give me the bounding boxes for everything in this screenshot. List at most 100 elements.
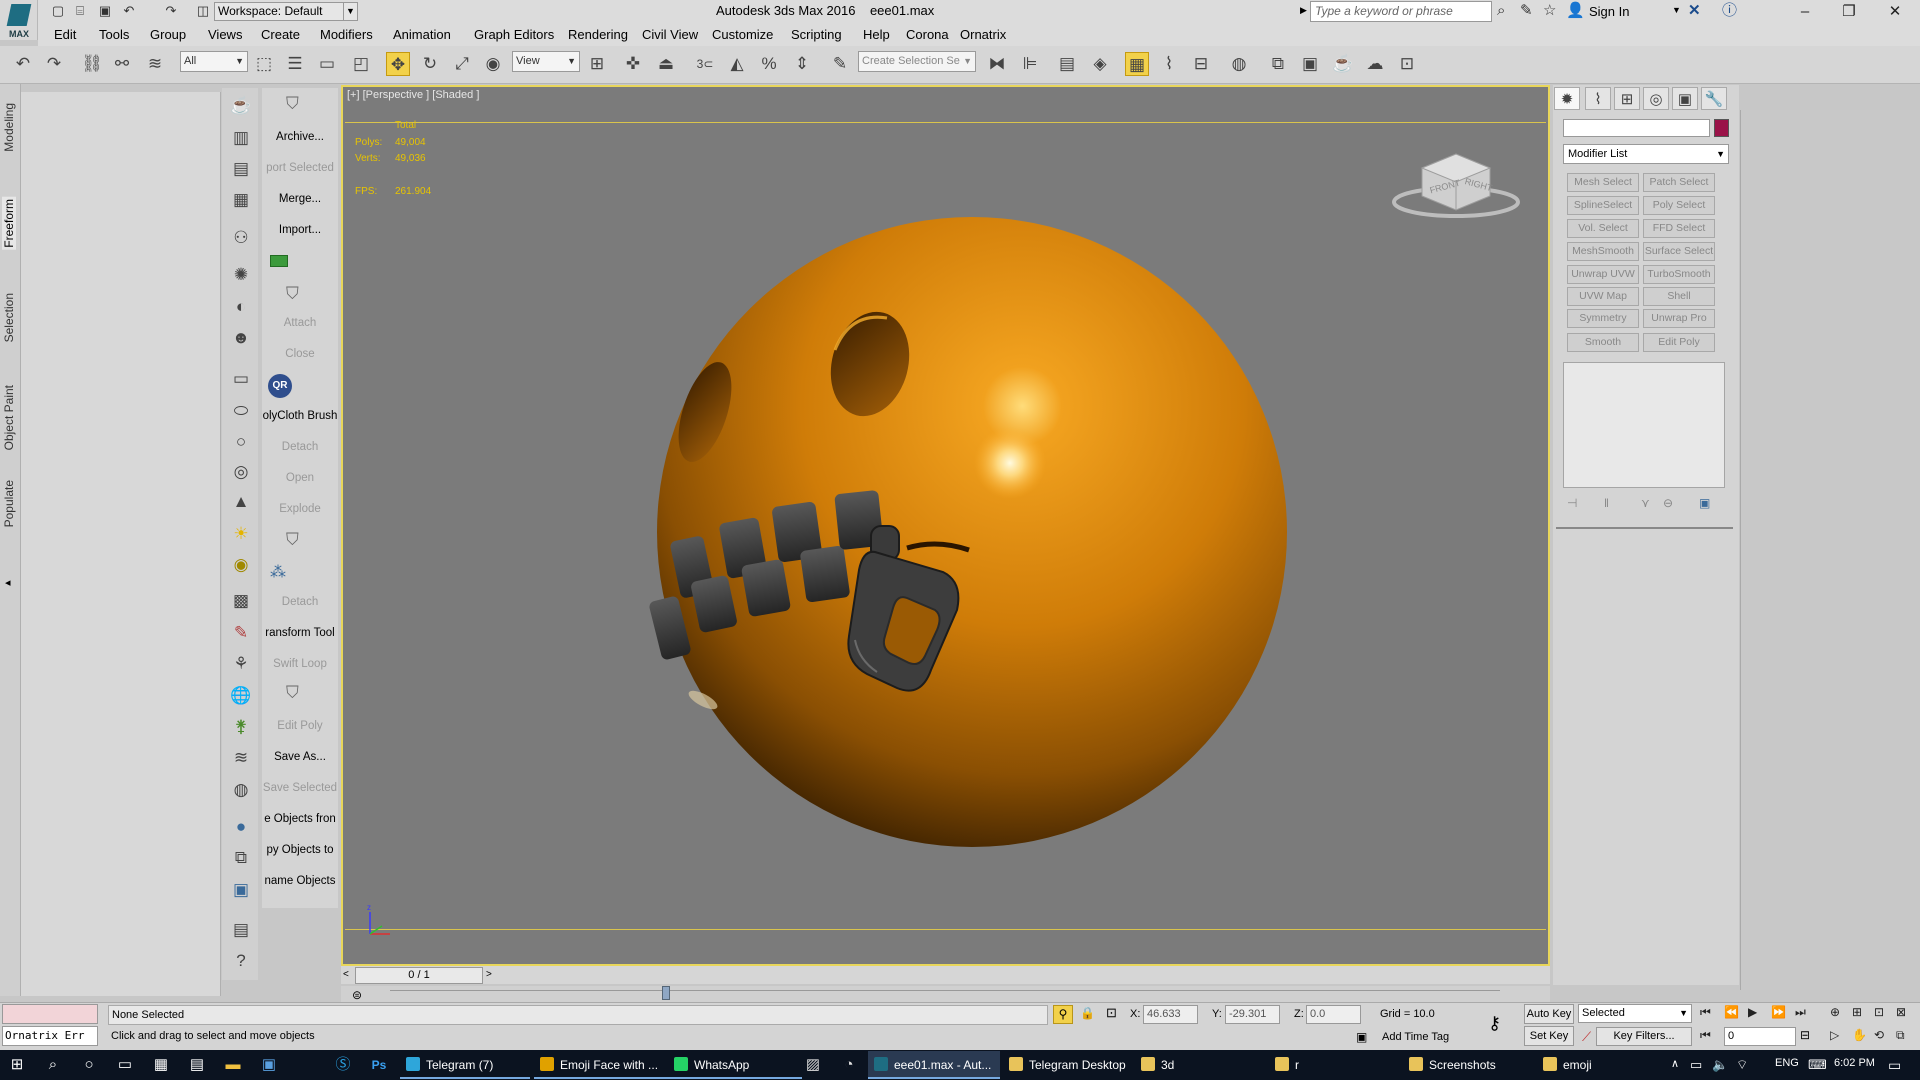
- desktop-icon[interactable]: ▣: [256, 1054, 282, 1076]
- omni-light-icon[interactable]: ◉: [228, 552, 254, 578]
- taskbar-app-folder-r[interactable]: r: [1269, 1051, 1403, 1079]
- import-icon[interactable]: ⚇: [228, 225, 254, 251]
- export-icon[interactable]: ▤: [228, 156, 254, 182]
- orbit-icon[interactable]: ⟲: [1874, 1028, 1884, 1042]
- spinner-snap-icon[interactable]: ⇕: [790, 52, 814, 76]
- cylinder-icon[interactable]: ⬭: [228, 398, 254, 424]
- viewport-label[interactable]: [+] [Perspective ] [Shaded ]: [347, 89, 479, 101]
- cloth-icon[interactable]: ◐: [228, 294, 254, 320]
- zoom-extents-icon[interactable]: ⊡: [1874, 1005, 1884, 1019]
- menu-customize[interactable]: Customize: [712, 27, 773, 42]
- volume-icon[interactable]: 🔈: [1712, 1057, 1728, 1073]
- menu-create[interactable]: Create: [261, 27, 300, 42]
- search-input[interactable]: Type a keyword or phrase: [1310, 1, 1492, 22]
- workspace-dropdown[interactable]: Workspace: Default: [214, 2, 345, 21]
- grid-object-icon[interactable]: ▩: [228, 588, 254, 614]
- select-object-icon[interactable]: ⬚: [252, 52, 276, 76]
- angle-snap-icon[interactable]: ◭: [725, 52, 749, 76]
- curve-editor-mini-icon[interactable]: ⊜: [352, 988, 362, 1002]
- character-icon[interactable]: ☻: [228, 325, 254, 351]
- material-ball-icon[interactable]: ◍: [228, 777, 254, 803]
- make-unique-icon[interactable]: ⋎: [1641, 496, 1650, 510]
- go-to-end-icon[interactable]: ⏭: [1795, 1005, 1806, 1020]
- open-button[interactable]: Open: [262, 472, 338, 484]
- language-indicator[interactable]: ENG: [1775, 1057, 1799, 1069]
- taskbar-app-whatsapp[interactable]: WhatsApp: [668, 1051, 802, 1079]
- zoom-icon[interactable]: ⊕: [1830, 1005, 1840, 1019]
- rendered-frame-window-icon[interactable]: ▣: [1298, 52, 1322, 76]
- next-frame-icon[interactable]: ⏩: [1771, 1005, 1786, 1019]
- environment-icon[interactable]: ●: [228, 814, 254, 840]
- wifi-icon[interactable]: ⌔: [1736, 1057, 1748, 1073]
- show-end-result-icon[interactable]: ‖: [1604, 496, 1609, 510]
- schematic-view-icon[interactable]: ⊟: [1189, 52, 1213, 76]
- tab-populate[interactable]: Populate: [2, 480, 16, 527]
- redo-icon[interactable]: ↷: [42, 52, 66, 76]
- tab-object-paint[interactable]: Object Paint: [2, 385, 16, 450]
- teapot-icon[interactable]: ☕: [228, 93, 254, 119]
- mirror-icon[interactable]: ⧓: [985, 52, 1009, 76]
- photoshop-icon[interactable]: Ps: [366, 1054, 392, 1076]
- save-as-button[interactable]: Save As...: [262, 751, 338, 763]
- action-center-icon[interactable]: ▭: [1888, 1057, 1901, 1074]
- grass-icon[interactable]: ⚵: [228, 714, 254, 740]
- workspace-arrow-icon[interactable]: ▼: [343, 2, 358, 21]
- swift-loop-button[interactable]: Swift Loop: [262, 658, 338, 670]
- current-frame-field[interactable]: 0: [1724, 1027, 1796, 1046]
- globe-icon[interactable]: 🌐: [228, 683, 254, 709]
- sphere-icon[interactable]: ○: [228, 429, 254, 455]
- archive-icon[interactable]: ▥: [228, 125, 254, 151]
- menu-rendering[interactable]: Rendering: [568, 27, 628, 42]
- settings-icon[interactable]: ▤: [228, 917, 254, 943]
- taskbar-app-telegram-desktop[interactable]: Telegram Desktop: [1003, 1051, 1135, 1079]
- creature-icon[interactable]: ✺: [228, 262, 254, 288]
- explode-button[interactable]: Explode: [262, 503, 338, 515]
- maximize-viewport-icon[interactable]: ⧉: [1896, 1028, 1905, 1043]
- close-shape-button[interactable]: Close: [262, 348, 338, 360]
- track-bar-key-marker[interactable]: [662, 986, 670, 1000]
- rectangular-selection-icon[interactable]: ▭: [315, 52, 339, 76]
- link-icon[interactable]: ⛓: [80, 52, 104, 76]
- save-selected-button[interactable]: Save Selected: [262, 782, 338, 794]
- layer-explorer-icon[interactable]: ▤: [1055, 52, 1079, 76]
- symmetry-button[interactable]: Symmetry: [1567, 309, 1639, 328]
- add-time-tag-button[interactable]: Add Time Tag: [1382, 1031, 1449, 1043]
- select-and-rotate-icon[interactable]: ↻: [418, 52, 442, 76]
- maxscript-listener-field[interactable]: [2, 1004, 98, 1024]
- menu-civil-view[interactable]: Civil View: [642, 27, 698, 42]
- app-logo-button[interactable]: MAX: [0, 0, 38, 40]
- restore-button[interactable]: ❐: [1826, 0, 1872, 24]
- auto-key-button[interactable]: Auto Key: [1524, 1004, 1574, 1024]
- set-key-button[interactable]: Set Key: [1524, 1026, 1574, 1046]
- merge-objects-from-button[interactable]: e Objects fron: [262, 813, 338, 825]
- key-mode-toggle-icon[interactable]: ⏮: [1700, 1028, 1711, 1043]
- undo-icon[interactable]: ↶: [11, 52, 35, 76]
- meshsmooth-button[interactable]: MeshSmooth: [1567, 242, 1639, 261]
- turbosmooth-button[interactable]: TurboSmooth: [1643, 265, 1715, 284]
- import-button[interactable]: Import...: [262, 224, 338, 236]
- taskbar-app-chrome[interactable]: Emoji Face with ...: [534, 1051, 668, 1079]
- rename-objects-button[interactable]: name Objects: [262, 875, 338, 887]
- modify-tab-icon[interactable]: ⌇: [1585, 87, 1611, 110]
- taskbar-app-folder-3d[interactable]: 3d: [1135, 1051, 1269, 1079]
- select-and-scale-icon[interactable]: ⤢: [450, 52, 474, 76]
- keyboard-icon[interactable]: ⌨: [1808, 1057, 1827, 1073]
- project-folder-icon[interactable]: ◫: [194, 2, 212, 20]
- store-icon[interactable]: ▤: [184, 1054, 210, 1076]
- menu-animation[interactable]: Animation: [393, 27, 451, 42]
- object-name-field[interactable]: [1563, 119, 1710, 137]
- material-editor-icon[interactable]: ◍: [1227, 52, 1251, 76]
- tube-icon[interactable]: ◎: [228, 459, 254, 485]
- time-next-icon[interactable]: >: [486, 969, 492, 980]
- edit-named-selection-icon[interactable]: ✎: [828, 52, 852, 76]
- hierarchy-tab-icon[interactable]: ⊞: [1614, 87, 1640, 110]
- smooth-button[interactable]: Smooth: [1567, 333, 1639, 352]
- time-tag-icon[interactable]: ▣: [1356, 1030, 1367, 1044]
- configure-modifier-sets-icon[interactable]: ▣: [1699, 496, 1710, 510]
- pivot-center-icon[interactable]: ⊞: [585, 52, 609, 76]
- pin-stack-icon[interactable]: ⊣: [1567, 496, 1577, 510]
- render-setup-icon[interactable]: ⧉: [1266, 52, 1290, 76]
- zoom-extents-all-icon[interactable]: ⊠: [1896, 1005, 1906, 1019]
- lock-selection-icon[interactable]: 🔒: [1080, 1006, 1095, 1020]
- polycloth-brush-button[interactable]: olyCloth Brush: [262, 410, 338, 422]
